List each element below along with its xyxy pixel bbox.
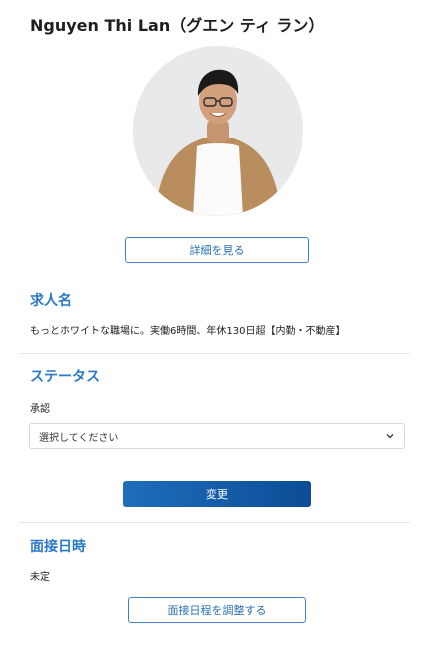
interview-date-value: 未定 — [30, 572, 50, 583]
avatar-photo — [133, 46, 303, 216]
status-select[interactable]: 選択してください — [29, 423, 405, 449]
change-status-button[interactable]: 変更 — [123, 481, 311, 507]
job-title-value: もっとホワイトな職場に。実働6時間、年休130日超【内勤・不動産】 — [30, 326, 346, 337]
section-divider — [20, 522, 410, 523]
view-details-button[interactable]: 詳細を見る — [125, 237, 309, 263]
adjust-interview-button[interactable]: 面接日程を調整する — [128, 597, 306, 623]
candidate-avatar — [133, 46, 303, 216]
status-select-value: 選択してください — [39, 432, 119, 444]
candidate-name: Nguyen Thi Lan（グエン ティ ラン） — [30, 16, 325, 35]
section-divider — [20, 353, 410, 354]
status-current-label: 承認 — [30, 404, 50, 415]
interview-heading: 面接日時 — [30, 539, 86, 555]
chevron-down-icon — [386, 434, 394, 439]
job-title-heading: 求人名 — [30, 293, 72, 309]
status-heading: ステータス — [30, 369, 100, 385]
